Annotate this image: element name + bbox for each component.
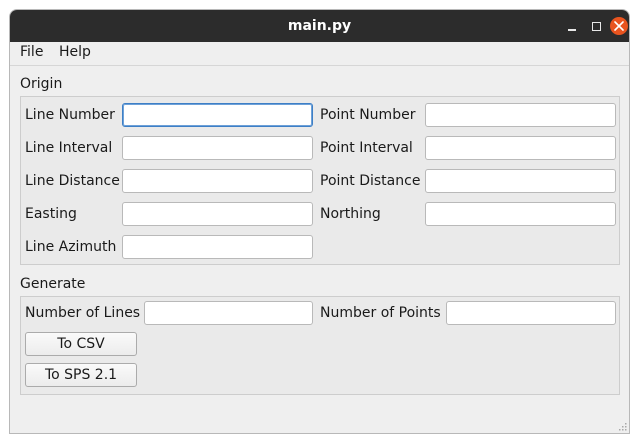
point-distance-input[interactable]	[425, 169, 616, 193]
origin-group: Line Number Point Number Line Interval P…	[20, 96, 620, 265]
line-number-label: Line Number	[25, 107, 115, 123]
maximize-icon[interactable]	[588, 18, 604, 34]
point-interval-label: Point Interval	[320, 140, 413, 156]
easting-input[interactable]	[122, 202, 313, 226]
generate-group: Number of Lines Number of Points To CSV …	[20, 296, 620, 395]
to-csv-button[interactable]: To CSV	[25, 332, 137, 356]
number-of-lines-input[interactable]	[144, 301, 313, 325]
app-window: main.py File Help Origin Line Number Poi…	[9, 9, 630, 434]
line-distance-label: Line Distance	[25, 173, 120, 189]
window-title: main.py	[287, 18, 352, 34]
generate-group-title: Generate	[20, 276, 86, 292]
to-sps-button[interactable]: To SPS 2.1	[25, 363, 137, 387]
line-distance-input[interactable]	[122, 169, 313, 193]
menu-help[interactable]: Help	[59, 44, 91, 60]
point-number-label: Point Number	[320, 107, 416, 123]
number-of-lines-label: Number of Lines	[25, 305, 141, 321]
resize-grip-icon[interactable]	[617, 421, 627, 431]
northing-input[interactable]	[425, 202, 616, 226]
line-number-input[interactable]	[122, 103, 313, 127]
number-of-points-input[interactable]	[446, 301, 616, 325]
point-number-input[interactable]	[425, 103, 616, 127]
menu-file[interactable]: File	[20, 44, 43, 60]
point-distance-label: Point Distance	[320, 173, 421, 189]
number-of-points-label: Number of Points	[320, 305, 441, 321]
northing-label: Northing	[320, 206, 381, 222]
title-bar[interactable]: main.py	[10, 10, 629, 42]
line-azimuth-input[interactable]	[122, 235, 313, 259]
easting-label: Easting	[25, 206, 77, 222]
origin-group-title: Origin	[20, 76, 63, 92]
line-interval-label: Line Interval	[25, 140, 113, 156]
minimize-icon[interactable]	[564, 18, 580, 34]
menu-bar: File Help	[10, 42, 629, 66]
point-interval-input[interactable]	[425, 136, 616, 160]
line-azimuth-label: Line Azimuth	[25, 239, 117, 255]
line-interval-input[interactable]	[122, 136, 313, 160]
close-icon[interactable]	[610, 17, 628, 35]
